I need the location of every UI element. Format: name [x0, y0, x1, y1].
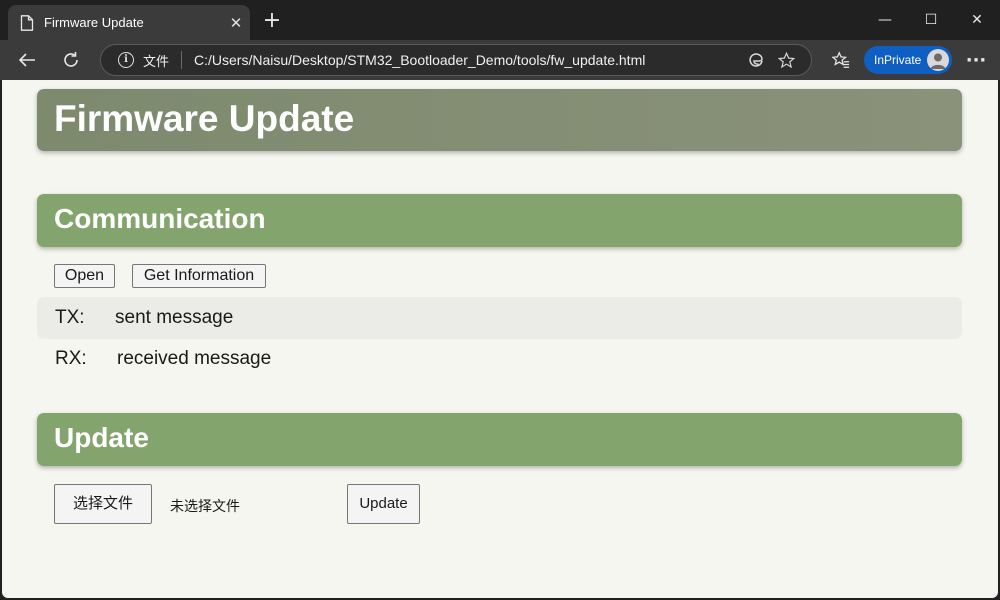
- choose-file-button[interactable]: 选择文件: [54, 484, 152, 524]
- minimize-button[interactable]: —: [862, 0, 908, 40]
- tx-value: sent message: [115, 307, 234, 328]
- rx-row: RX: received message: [37, 338, 962, 380]
- close-window-button[interactable]: ✕: [954, 0, 1000, 40]
- get-information-button[interactable]: Get Information: [132, 264, 266, 288]
- tx-row: TX: sent message: [37, 297, 962, 339]
- address-bar[interactable]: i 文件 C:/Users/Naisu/Desktop/STM32_Bootlo…: [100, 44, 812, 76]
- refresh-button[interactable]: [56, 45, 86, 75]
- communication-header: Communication: [37, 194, 962, 247]
- communication-heading: Communication: [54, 203, 266, 234]
- rx-value: received message: [117, 348, 272, 369]
- update-header: Update: [37, 413, 962, 466]
- refresh-icon: [64, 52, 78, 67]
- update-button[interactable]: Update: [347, 484, 420, 524]
- tab-firmware-update[interactable]: Firmware Update ✕: [8, 5, 250, 40]
- more-menu-button[interactable]: ···: [961, 45, 991, 75]
- title-bar: Firmware Update ✕ + — ☐ ✕: [0, 0, 1000, 40]
- page-viewport: Firmware Update Communication Open Get I…: [2, 80, 998, 598]
- info-icon[interactable]: i: [118, 52, 134, 68]
- tx-label: TX:: [55, 307, 85, 328]
- file-scheme-label: 文件: [143, 54, 170, 70]
- avatar-icon: [927, 49, 949, 71]
- inprivate-badge[interactable]: InPrivate: [864, 46, 952, 74]
- update-heading: Update: [54, 422, 149, 453]
- favorites-icon: [832, 51, 850, 68]
- browser-toolbar: i 文件 C:/Users/Naisu/Desktop/STM32_Bootlo…: [0, 40, 1000, 80]
- tab-title: Firmware Update: [44, 15, 144, 30]
- maximize-button[interactable]: ☐: [908, 0, 954, 40]
- rx-label: RX:: [55, 348, 87, 369]
- page-title: Firmware Update: [54, 98, 355, 139]
- page-header: Firmware Update: [37, 89, 962, 151]
- star-icon[interactable]: [771, 45, 801, 75]
- favorites-button[interactable]: [826, 45, 856, 75]
- tab-close-icon[interactable]: ✕: [222, 14, 250, 32]
- new-tab-button[interactable]: +: [258, 8, 286, 36]
- open-button[interactable]: Open: [54, 264, 115, 288]
- edge-icon[interactable]: [741, 45, 771, 75]
- url-divider: [181, 51, 183, 69]
- no-file-chosen-text: 未选择文件: [170, 499, 240, 515]
- back-icon: [18, 53, 35, 67]
- inprivate-label: InPrivate: [874, 53, 922, 67]
- back-button[interactable]: [12, 45, 42, 75]
- document-icon: [20, 14, 34, 31]
- url-text[interactable]: C:/Users/Naisu/Desktop/STM32_Bootloader_…: [194, 52, 741, 68]
